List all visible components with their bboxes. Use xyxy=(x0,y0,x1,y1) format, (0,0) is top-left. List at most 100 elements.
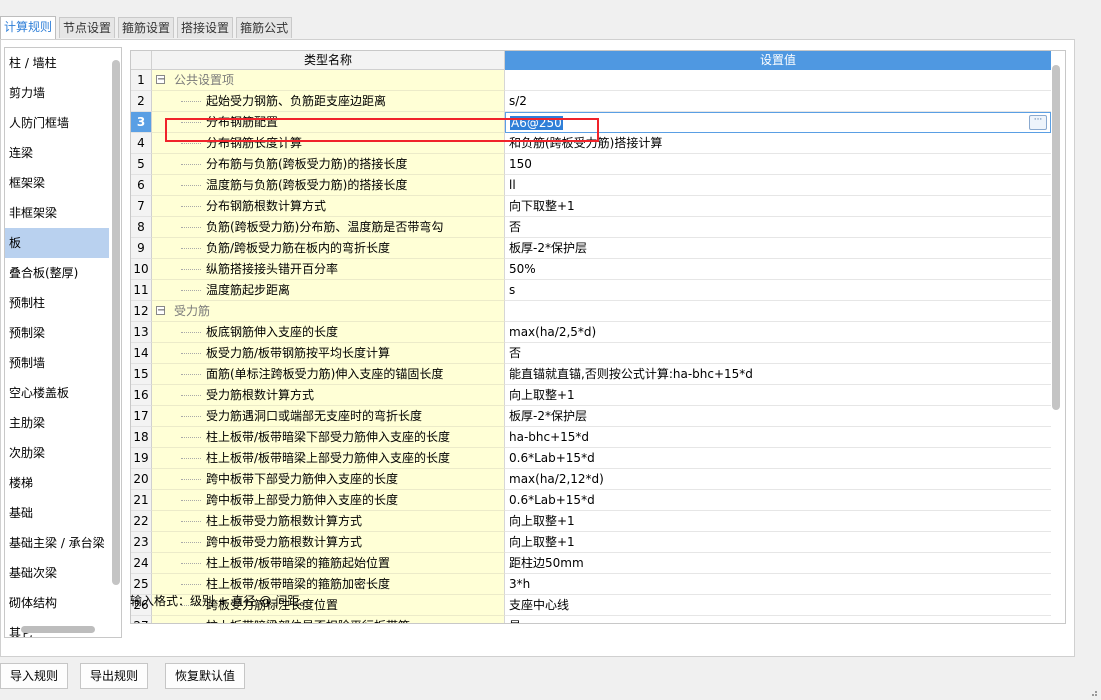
table-row[interactable]: 18 柱上板带/板带暗梁下部受力筋伸入支座的长度 ha-bhc+15*d xyxy=(131,427,1051,448)
setting-value-cell[interactable]: 板厚-2*保护层 xyxy=(505,238,1051,259)
setting-value-cell[interactable]: 否 xyxy=(505,217,1051,238)
row-number[interactable]: 22 xyxy=(131,511,152,532)
setting-value-cell[interactable]: 和负筋(跨板受力筋)搭接计算 xyxy=(505,133,1051,154)
row-number[interactable]: 4 xyxy=(131,133,152,154)
type-name-cell[interactable]: 受力筋根数计算方式 xyxy=(152,385,505,406)
tab-4[interactable]: 箍筋公式 xyxy=(236,17,293,38)
row-number[interactable]: 9 xyxy=(131,238,152,259)
type-name-cell[interactable]: 板受力筋/板带钢筋按平均长度计算 xyxy=(152,343,505,364)
type-name-cell[interactable]: 温度筋与负筋(跨板受力筋)的搭接长度 xyxy=(152,175,505,196)
row-number[interactable]: 13 xyxy=(131,322,152,343)
sidebar-item[interactable]: 预制柱 xyxy=(5,288,121,318)
type-name-cell[interactable]: 分布钢筋长度计算 xyxy=(152,133,505,154)
setting-value-cell[interactable]: 向上取整+1 xyxy=(505,385,1051,406)
row-number[interactable]: 2 xyxy=(131,91,152,112)
collapse-toggle-icon[interactable]: − xyxy=(156,306,165,316)
type-name-cell[interactable]: 柱上板带/板带暗梁下部受力筋伸入支座的长度 xyxy=(152,427,505,448)
setting-value-cell[interactable]: 3*h xyxy=(505,574,1051,595)
selected-value-text[interactable]: A6@250 xyxy=(510,116,563,130)
table-row[interactable]: 19 柱上板带/板带暗梁上部受力筋伸入支座的长度 0.6*Lab+15*d xyxy=(131,448,1051,469)
tab-2[interactable]: 箍筋设置 xyxy=(118,17,175,38)
row-number[interactable]: 8 xyxy=(131,217,152,238)
type-name-cell[interactable]: 板底钢筋伸入支座的长度 xyxy=(152,322,505,343)
sidebar-item[interactable]: 基础 xyxy=(5,498,121,528)
sidebar-item[interactable]: 人防门框墙 xyxy=(5,108,121,138)
tab-0[interactable]: 计算规则 xyxy=(0,16,57,39)
sidebar-item[interactable]: 空心楼盖板 xyxy=(5,378,121,408)
table-row[interactable]: 11 温度筋起步距离 s xyxy=(131,280,1051,301)
setting-value-cell[interactable]: 0.6*Lab+15*d xyxy=(505,490,1051,511)
table-row[interactable]: 9 负筋/跨板受力筋在板内的弯折长度 板厚-2*保护层 xyxy=(131,238,1051,259)
column-header-value[interactable]: 设置值 xyxy=(505,51,1051,70)
setting-value-cell[interactable]: max(ha/2,5*d) xyxy=(505,322,1051,343)
sidebar-item[interactable]: 框架梁 xyxy=(5,168,121,198)
setting-value-cell[interactable]: 向上取整+1 xyxy=(505,532,1051,553)
type-name-cell[interactable]: 负筋(跨板受力筋)分布筋、温度筋是否带弯勾 xyxy=(152,217,505,238)
row-number[interactable]: 10 xyxy=(131,259,152,280)
table-row[interactable]: 14 板受力筋/板带钢筋按平均长度计算 否 xyxy=(131,343,1051,364)
type-name-cell[interactable]: 跨中板带受力筋根数计算方式 xyxy=(152,532,505,553)
export-rules-button[interactable]: 导出规则 xyxy=(80,663,149,689)
tab-1[interactable]: 节点设置 xyxy=(59,17,116,38)
setting-value-cell[interactable]: 支座中心线 xyxy=(505,595,1051,616)
column-header-type-name[interactable]: 类型名称 xyxy=(152,51,505,70)
type-name-cell[interactable]: 柱上板带/板带暗梁的箍筋起始位置 xyxy=(152,553,505,574)
row-number[interactable]: 5 xyxy=(131,154,152,175)
type-name-cell[interactable]: 跨中板带下部受力筋伸入支座的长度 xyxy=(152,469,505,490)
table-row[interactable]: 8 负筋(跨板受力筋)分布筋、温度筋是否带弯勾 否 xyxy=(131,217,1051,238)
row-number[interactable]: 17 xyxy=(131,406,152,427)
type-name-cell[interactable]: 柱上板带受力筋根数计算方式 xyxy=(152,511,505,532)
table-row[interactable]: 13 板底钢筋伸入支座的长度 max(ha/2,5*d) xyxy=(131,322,1051,343)
table-row[interactable]: 1− 公共设置项 xyxy=(131,70,1051,91)
row-number[interactable]: 21 xyxy=(131,490,152,511)
sidebar-item[interactable]: 叠合板(整厚) xyxy=(5,258,121,288)
type-name-cell[interactable]: 起始受力钢筋、负筋距支座边距离 xyxy=(152,91,505,112)
sidebar-item[interactable]: 基础次梁 xyxy=(5,558,121,588)
sidebar-item[interactable]: 连梁 xyxy=(5,138,121,168)
type-name-cell[interactable]: − 受力筋 xyxy=(152,301,505,322)
value-editor[interactable]: A6@250 ··· xyxy=(505,112,1051,133)
type-name-cell[interactable]: 分布钢筋配置 xyxy=(152,112,505,133)
row-number[interactable]: 19 xyxy=(131,448,152,469)
component-type-list[interactable]: 柱 / 墙柱 剪力墙 人防门框墙 连梁 框架梁 非框架梁板叠合板(整厚) 预制柱 预制梁 预制墙… xyxy=(4,47,122,638)
tab-3[interactable]: 搭接设置 xyxy=(177,17,234,38)
sidebar-item[interactable]: 砌体结构 xyxy=(5,588,121,618)
type-name-cell[interactable]: 分布筋与负筋(跨板受力筋)的搭接长度 xyxy=(152,154,505,175)
setting-value-cell[interactable]: ll xyxy=(505,175,1051,196)
setting-value-cell[interactable]: max(ha/2,12*d) xyxy=(505,469,1051,490)
table-row[interactable]: 12− 受力筋 xyxy=(131,301,1051,322)
sidebar-item[interactable]: 板 xyxy=(5,228,109,258)
table-row[interactable]: 4 分布钢筋长度计算 和负筋(跨板受力筋)搭接计算 xyxy=(131,133,1051,154)
table-row[interactable]: 17 受力筋遇洞口或端部无支座时的弯折长度 板厚-2*保护层 xyxy=(131,406,1051,427)
sidebar-item[interactable]: 柱 / 墙柱 xyxy=(5,48,121,78)
row-number[interactable]: 18 xyxy=(131,427,152,448)
setting-value-cell[interactable]: 50% xyxy=(505,259,1051,280)
row-number[interactable]: 3 xyxy=(131,112,152,133)
row-number[interactable]: 20 xyxy=(131,469,152,490)
type-name-cell[interactable]: 面筋(单标注跨板受力筋)伸入支座的锚固长度 xyxy=(152,364,505,385)
setting-value-cell[interactable]: ha-bhc+15*d xyxy=(505,427,1051,448)
table-row[interactable]: 22 柱上板带受力筋根数计算方式 向上取整+1 xyxy=(131,511,1051,532)
setting-value-cell[interactable]: 向上取整+1 xyxy=(505,511,1051,532)
sidebar-vertical-scrollbar[interactable] xyxy=(112,52,120,592)
sidebar-item[interactable]: 主肋梁 xyxy=(5,408,121,438)
setting-value-cell[interactable]: 板厚-2*保护层 xyxy=(505,406,1051,427)
table-row[interactable]: 20 跨中板带下部受力筋伸入支座的长度 max(ha/2,12*d) xyxy=(131,469,1051,490)
table-row[interactable]: 23 跨中板带受力筋根数计算方式 向上取整+1 xyxy=(131,532,1051,553)
setting-value-cell[interactable] xyxy=(505,70,1051,91)
grid-vertical-scrollbar[interactable] xyxy=(1052,65,1060,410)
row-number[interactable]: 24 xyxy=(131,553,152,574)
restore-defaults-button[interactable]: 恢复默认值 xyxy=(165,663,246,689)
row-number[interactable]: 11 xyxy=(131,280,152,301)
sidebar-item[interactable]: 基础主梁 / 承台梁 xyxy=(5,528,121,558)
table-row[interactable]: 15 面筋(单标注跨板受力筋)伸入支座的锚固长度 能直锚就直锚,否则按公式计算:ha… xyxy=(131,364,1051,385)
sidebar-item[interactable]: 预制墙 xyxy=(5,348,121,378)
row-number[interactable]: 27 xyxy=(131,616,152,623)
table-row[interactable]: 3 分布钢筋配置 A6@250 ··· xyxy=(131,112,1051,133)
setting-value-cell[interactable]: 距柱边50mm xyxy=(505,553,1051,574)
table-row[interactable]: 16 受力筋根数计算方式 向上取整+1 xyxy=(131,385,1051,406)
more-options-button[interactable]: ··· xyxy=(1029,115,1047,130)
row-number[interactable]: 1 xyxy=(131,70,152,91)
type-name-cell[interactable]: 负筋/跨板受力筋在板内的弯折长度 xyxy=(152,238,505,259)
collapse-toggle-icon[interactable]: − xyxy=(156,75,165,85)
